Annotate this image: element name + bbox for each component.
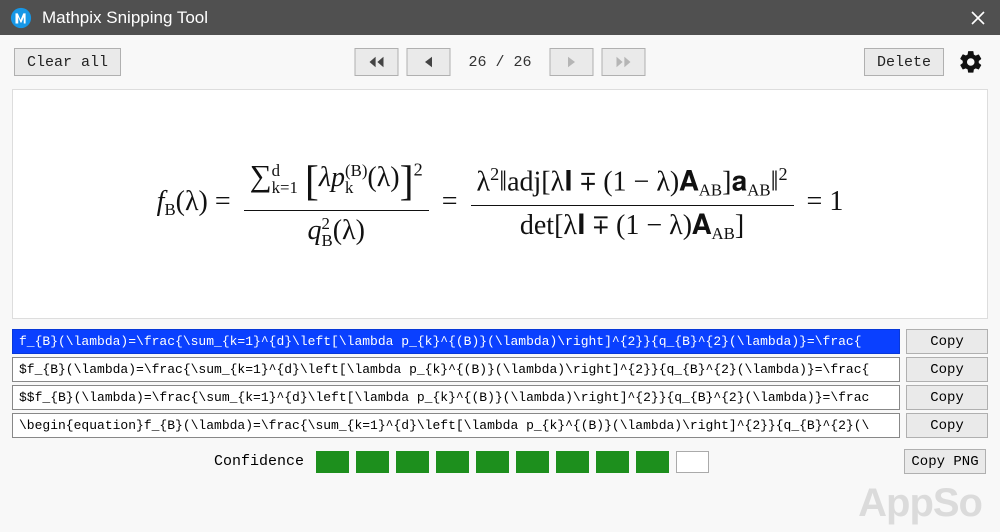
app-logo-icon (10, 7, 32, 29)
titlebar: Mathpix Snipping Tool (0, 0, 1000, 35)
confidence-label: Confidence (214, 453, 304, 470)
settings-button[interactable] (956, 47, 986, 77)
confidence-box-empty (676, 451, 709, 473)
confidence-box (556, 451, 589, 473)
latex-output-list: f_{B}(\lambda)=\frac{\sum_{k=1}^{d}\left… (12, 329, 988, 441)
next-page-button[interactable] (550, 48, 594, 76)
prev-page-button[interactable] (406, 48, 450, 76)
delete-button[interactable]: Delete (864, 48, 944, 76)
latex-row: $f_{B}(\lambda)=\frac{\sum_{k=1}^{d}\lef… (12, 357, 988, 382)
confidence-box (396, 451, 429, 473)
confidence-box (436, 451, 469, 473)
latex-field-display[interactable]: $$f_{B}(\lambda)=\frac{\sum_{k=1}^{d}\le… (12, 385, 900, 410)
latex-row: $$f_{B}(\lambda)=\frac{\sum_{k=1}^{d}\le… (12, 385, 988, 410)
latex-field-inline[interactable]: $f_{B}(\lambda)=\frac{\sum_{k=1}^{d}\lef… (12, 357, 900, 382)
equation-render-panel: fB(λ) = ∑dk=1 [λp(B)k(λ)]2 q2B(λ) = λ2‖a… (12, 89, 988, 319)
window-body: Clear all 26 / 26 Delete fB(λ) (0, 35, 1000, 532)
rendered-equation: fB(λ) = ∑dk=1 [λp(B)k(λ)]2 q2B(λ) = λ2‖a… (157, 158, 844, 250)
confidence-box (516, 451, 549, 473)
copy-button[interactable]: Copy (906, 357, 988, 382)
latex-field-equation[interactable]: \begin{equation}f_{B}(\lambda)=\frac{\su… (12, 413, 900, 438)
confidence-box (476, 451, 509, 473)
latex-row: f_{B}(\lambda)=\frac{\sum_{k=1}^{d}\left… (12, 329, 988, 354)
copy-button[interactable]: Copy (906, 413, 988, 438)
close-button[interactable] (955, 0, 1000, 35)
window-title: Mathpix Snipping Tool (42, 8, 208, 28)
footer: Confidence Copy PNG (8, 441, 992, 474)
clear-all-button[interactable]: Clear all (14, 48, 121, 76)
confidence-box (596, 451, 629, 473)
copy-button[interactable]: Copy (906, 385, 988, 410)
copy-png-button[interactable]: Copy PNG (904, 449, 986, 474)
confidence-box (316, 451, 349, 473)
page-indicator: 26 / 26 (454, 54, 545, 71)
last-page-button[interactable] (602, 48, 646, 76)
confidence-box (356, 451, 389, 473)
latex-row: \begin{equation}f_{B}(\lambda)=\frac{\su… (12, 413, 988, 438)
first-page-button[interactable] (354, 48, 398, 76)
toolbar: Clear all 26 / 26 Delete (8, 43, 992, 89)
pagination: 26 / 26 (354, 48, 645, 76)
confidence-box (636, 451, 669, 473)
copy-button[interactable]: Copy (906, 329, 988, 354)
confidence-meter (316, 451, 709, 473)
latex-field-plain[interactable]: f_{B}(\lambda)=\frac{\sum_{k=1}^{d}\left… (12, 329, 900, 354)
